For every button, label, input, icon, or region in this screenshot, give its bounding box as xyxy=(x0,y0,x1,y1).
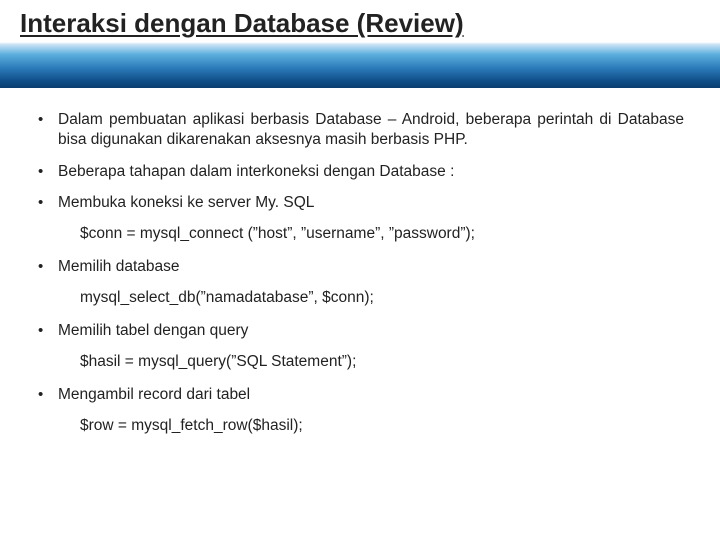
code-snippet: $hasil = mysql_query(”SQL Statement”); xyxy=(36,353,684,371)
bullet-item: Beberapa tahapan dalam interkoneksi deng… xyxy=(36,162,684,182)
bullet-item: Memilih database xyxy=(36,257,684,277)
slide-body: Dalam pembuatan aplikasi berbasis Databa… xyxy=(0,88,720,461)
code-snippet: $conn = mysql_connect (”host”, ”username… xyxy=(36,225,684,243)
code-snippet: $row = mysql_fetch_row($hasil); xyxy=(36,417,684,435)
bullet-item: Memilih tabel dengan query xyxy=(36,321,684,341)
bullet-list: Memilih tabel dengan query xyxy=(36,321,684,341)
bullet-item: Dalam pembuatan aplikasi berbasis Databa… xyxy=(36,110,684,150)
bullet-item: Membuka koneksi ke server My. SQL xyxy=(36,193,684,213)
bullet-list: Memilih database xyxy=(36,257,684,277)
bullet-list: Dalam pembuatan aplikasi berbasis Databa… xyxy=(36,110,684,213)
slide-header: Interaksi dengan Database (Review) xyxy=(0,0,720,88)
slide-title: Interaksi dengan Database (Review) xyxy=(20,8,464,39)
bullet-item: Mengambil record dari tabel xyxy=(36,385,684,405)
bullet-list: Mengambil record dari tabel xyxy=(36,385,684,405)
code-snippet: mysql_select_db(”namadatabase”, $conn); xyxy=(36,289,684,307)
